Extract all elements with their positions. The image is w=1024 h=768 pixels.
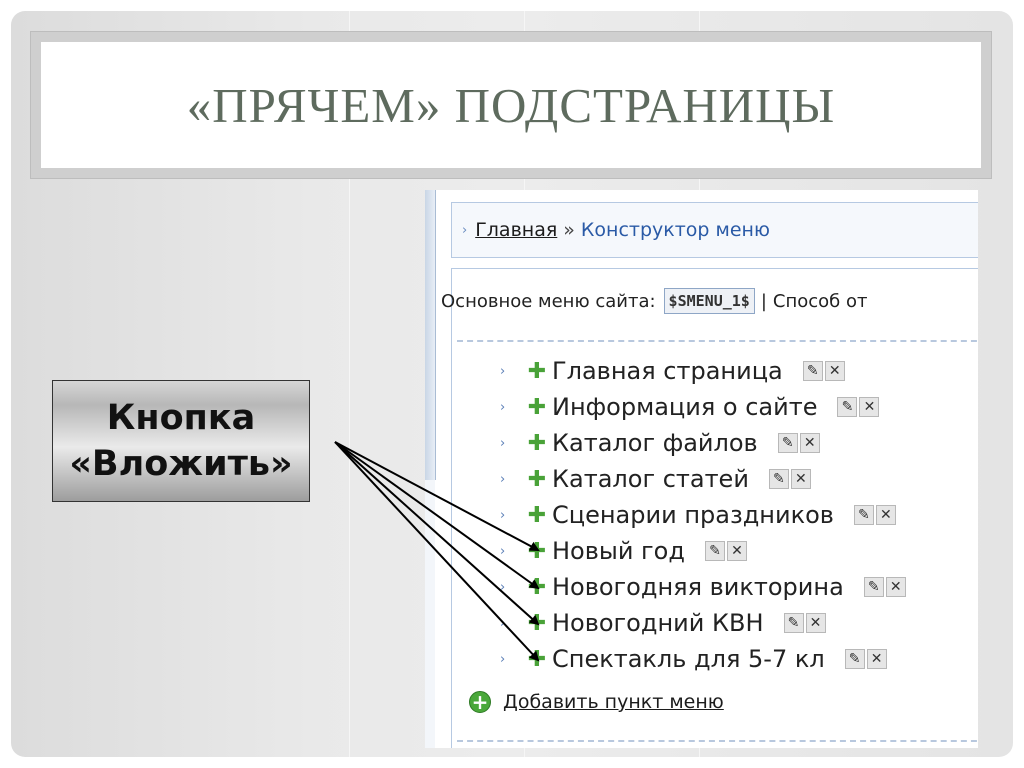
- menu-item[interactable]: › ✚ Каталог статей ✎ ✕: [500, 464, 813, 494]
- menu-item[interactable]: › ✚ Новый год ✎ ✕: [500, 536, 749, 566]
- menu-item-label: Сценарии праздников: [552, 501, 834, 529]
- title-box: «ПРЯЧЕМ» ПОДСТРАНИЦЫ: [41, 42, 981, 168]
- callout-line-1: Кнопка: [106, 398, 256, 438]
- menu-item-label: Каталог файлов: [552, 429, 758, 457]
- menu-item[interactable]: › ✚ Новогодняя викторина ✎ ✕: [500, 572, 908, 602]
- close-icon[interactable]: ✕: [859, 397, 880, 417]
- menu-item-label: Информация о сайте: [552, 393, 818, 421]
- plus-icon[interactable]: ✚: [526, 539, 548, 564]
- menu-item[interactable]: › ✚ Каталог файлов ✎ ✕: [500, 428, 822, 458]
- main-menu-row: Основное меню сайта: $SMENU_1$ | Способ …: [441, 286, 868, 316]
- plus-icon[interactable]: ✚: [526, 647, 548, 672]
- plus-icon[interactable]: ✚: [526, 611, 548, 636]
- close-icon[interactable]: ✕: [885, 577, 906, 597]
- display-method-label: Способ от: [772, 290, 868, 312]
- close-icon[interactable]: ✕: [875, 505, 896, 525]
- breadcrumb-chevron-icon: ›: [462, 222, 468, 238]
- plus-icon[interactable]: ✚: [526, 431, 548, 456]
- pencil-icon[interactable]: ✎: [777, 433, 798, 453]
- chevron-right-icon[interactable]: ›: [500, 472, 526, 487]
- pencil-icon[interactable]: ✎: [837, 397, 858, 417]
- menu-variable-field[interactable]: $SMENU_1$: [663, 288, 755, 314]
- pencil-icon[interactable]: ✎: [802, 361, 823, 381]
- close-icon[interactable]: ✕: [824, 361, 845, 381]
- menu-item-label: Каталог статей: [552, 465, 749, 493]
- chevron-right-icon[interactable]: ›: [500, 436, 526, 451]
- menu-item-label: Спектакль для 5-7 кл: [552, 645, 825, 673]
- breadcrumb-home-link[interactable]: Главная: [475, 219, 557, 241]
- pencil-icon[interactable]: ✎: [783, 613, 804, 633]
- chevron-right-icon[interactable]: ›: [500, 616, 526, 631]
- breadcrumb-current: Конструктор меню: [580, 219, 770, 241]
- breadcrumb: › Главная » Конструктор меню: [451, 202, 978, 258]
- menu-item-label: Новогодний КВН: [552, 609, 764, 637]
- plus-icon[interactable]: ✚: [526, 359, 548, 384]
- plus-icon[interactable]: ✚: [526, 395, 548, 420]
- chevron-right-icon[interactable]: ›: [500, 652, 526, 667]
- close-icon[interactable]: ✕: [790, 469, 811, 489]
- embedded-screenshot: › Главная » Конструктор меню Основное ме…: [425, 190, 978, 748]
- chevron-right-icon[interactable]: ›: [500, 544, 526, 559]
- plus-icon[interactable]: ✚: [526, 503, 548, 528]
- main-menu-label: Основное меню сайта:: [441, 290, 656, 312]
- callout-box: Кнопка «Вложить»: [52, 380, 310, 502]
- dashed-divider-bottom: [457, 740, 978, 742]
- chevron-right-icon[interactable]: ›: [500, 580, 526, 595]
- chevron-right-icon[interactable]: ›: [500, 400, 526, 415]
- menu-item[interactable]: › ✚ Информация о сайте ✎ ✕: [500, 392, 881, 422]
- slide-title: «ПРЯЧЕМ» ПОДСТРАНИЦЫ: [186, 77, 836, 133]
- add-menu-item-row[interactable]: + Добавить пункт меню: [469, 688, 724, 716]
- screenshot-left-sidebar: [425, 190, 436, 480]
- menu-item-label: Новогодняя викторина: [552, 573, 844, 601]
- close-icon[interactable]: ✕: [805, 613, 826, 633]
- callout-line-2: «Вложить»: [69, 444, 293, 484]
- menu-item-label: Главная страница: [552, 357, 783, 385]
- pencil-icon[interactable]: ✎: [704, 541, 725, 561]
- plus-icon[interactable]: ✚: [526, 467, 548, 492]
- menu-item[interactable]: › ✚ Спектакль для 5-7 кл ✎ ✕: [500, 644, 889, 674]
- screenshot-left-sidebar-lower: [425, 480, 435, 748]
- menu-item[interactable]: › ✚ Новогодний КВН ✎ ✕: [500, 608, 828, 638]
- plus-icon[interactable]: ✚: [526, 575, 548, 600]
- chevron-right-icon[interactable]: ›: [500, 508, 526, 523]
- pencil-icon[interactable]: ✎: [853, 505, 874, 525]
- pencil-icon[interactable]: ✎: [844, 649, 865, 669]
- close-icon[interactable]: ✕: [866, 649, 887, 669]
- chevron-right-icon[interactable]: ›: [500, 364, 526, 379]
- pencil-icon[interactable]: ✎: [768, 469, 789, 489]
- pencil-icon[interactable]: ✎: [863, 577, 884, 597]
- breadcrumb-separator: »: [563, 219, 575, 241]
- menu-item-label: Новый год: [552, 537, 685, 565]
- close-icon[interactable]: ✕: [799, 433, 820, 453]
- menu-item[interactable]: › ✚ Главная страница ✎ ✕: [500, 356, 847, 386]
- add-circle-icon[interactable]: +: [469, 691, 491, 713]
- add-menu-item-link[interactable]: Добавить пункт меню: [503, 691, 724, 713]
- close-icon[interactable]: ✕: [726, 541, 747, 561]
- main-menu-divider: |: [760, 290, 767, 312]
- menu-item[interactable]: › ✚ Сценарии праздников ✎ ✕: [500, 500, 898, 530]
- dashed-divider-top: [457, 340, 978, 342]
